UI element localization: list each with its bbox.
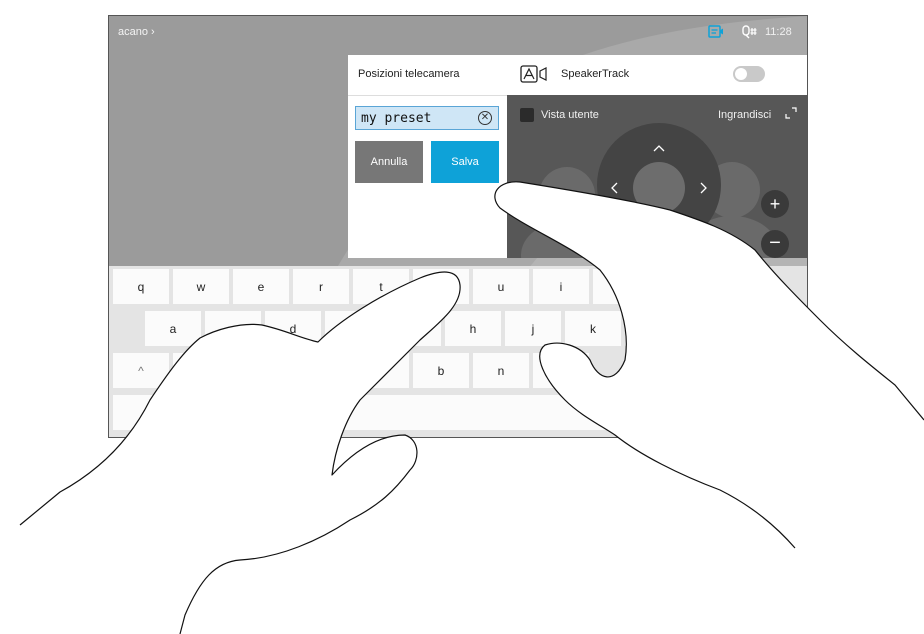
left-hand — [19, 271, 461, 634]
right-hand — [494, 181, 924, 549]
hands-illustration — [19, 181, 924, 634]
